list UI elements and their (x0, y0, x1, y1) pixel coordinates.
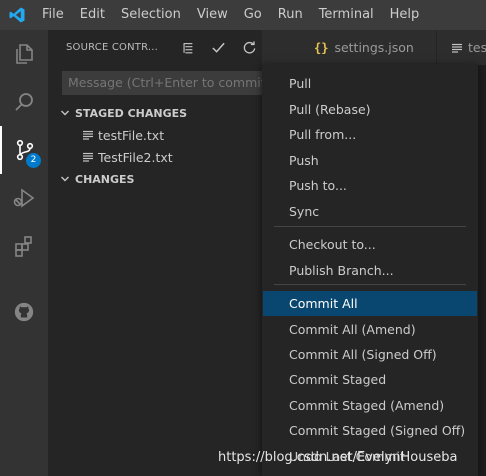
sidebar-title: SOURCE CONTR... (66, 42, 159, 53)
changes-header[interactable]: CHANGES (48, 168, 262, 190)
menu-terminal[interactable]: Terminal (311, 0, 382, 30)
files-icon (16, 44, 33, 64)
menu-help[interactable]: Help (382, 0, 428, 30)
menu-item-commit-all-amend[interactable]: Commit All (Amend) (263, 317, 477, 342)
view-as-tree-icon (182, 42, 192, 53)
refresh-button[interactable] (234, 30, 265, 65)
run-debug-button[interactable] (0, 174, 48, 222)
commit-message-input[interactable] (62, 71, 262, 95)
tab-label: test (468, 40, 486, 55)
menu-bar: File Edit Selection View Go Run Terminal… (34, 0, 427, 30)
github-icon (14, 302, 34, 322)
source-control-sidebar: SOURCE CONTR... STAGED CHANGES (48, 30, 287, 476)
menu-selection[interactable]: Selection (113, 0, 189, 30)
staged-file-item[interactable]: testFile.txt (48, 124, 262, 146)
changes-count-badge: 2 (26, 153, 41, 168)
tab-settings-json[interactable]: {} settings.json (262, 30, 436, 65)
menu-separator (274, 226, 466, 227)
view-as-tree-button[interactable] (172, 30, 203, 65)
menu-separator (274, 284, 466, 285)
staged-file-item[interactable]: TestFile2.txt (48, 146, 262, 168)
watermark-text: https://blog.csdn.net/EvelynHouseba (218, 450, 458, 465)
tab-label: settings.json (334, 40, 414, 55)
extensions-button[interactable] (0, 222, 48, 270)
text-file-icon (83, 130, 93, 140)
github-button[interactable] (0, 288, 48, 336)
title-bar: File Edit Selection View Go Run Terminal… (0, 0, 486, 30)
text-file-icon (452, 43, 462, 53)
menu-item-checkout-to[interactable]: Checkout to... (263, 232, 477, 257)
menu-item-pull-rebase[interactable]: Pull (Rebase) (263, 97, 477, 122)
editor-tabs: {} settings.json test (262, 30, 486, 65)
json-braces-icon: {} (314, 40, 329, 55)
menu-edit[interactable]: Edit (72, 0, 113, 30)
chevron-down-icon (61, 176, 69, 182)
staged-changes-label: STAGED CHANGES (75, 106, 188, 120)
menu-item-sync[interactable]: Sync (263, 199, 477, 224)
run-debug-icon (13, 188, 35, 208)
search-icon (15, 93, 33, 111)
extensions-icon (15, 236, 32, 257)
staged-file-name: testFile.txt (98, 127, 165, 143)
vscode-logo-icon (0, 0, 34, 30)
source-control-button[interactable]: 2 (0, 126, 48, 174)
commit-button[interactable] (203, 30, 234, 65)
explorer-button[interactable] (0, 30, 48, 78)
menu-item-commit-all[interactable]: Commit All (263, 291, 477, 316)
menu-item-push[interactable]: Push (263, 148, 477, 173)
menu-run[interactable]: Run (270, 0, 311, 30)
menu-item-pull[interactable]: Pull (263, 71, 477, 96)
menu-item-commit-staged[interactable]: Commit Staged (263, 367, 477, 392)
menu-item-publish-branch[interactable]: Publish Branch... (263, 258, 477, 283)
staged-changes-header[interactable]: STAGED CHANGES (48, 102, 262, 124)
menu-item-pull-from[interactable]: Pull from... (263, 122, 477, 147)
menu-file[interactable]: File (34, 0, 72, 30)
menu-item-push-to[interactable]: Push to... (263, 173, 477, 198)
staged-file-name: TestFile2.txt (98, 149, 173, 165)
menu-item-commit-staged-signed-off[interactable]: Commit Staged (Signed Off) (263, 418, 477, 443)
refresh-icon (243, 41, 256, 54)
text-file-icon (83, 152, 93, 162)
more-actions-menu: Pull Pull (Rebase) Pull from... Push Pus… (262, 64, 478, 476)
menu-go[interactable]: Go (236, 0, 270, 30)
changes-label: CHANGES (75, 172, 135, 186)
chevron-down-icon (61, 110, 69, 116)
menu-item-commit-staged-amend[interactable]: Commit Staged (Amend) (263, 393, 477, 418)
menu-view[interactable]: View (189, 0, 236, 30)
activity-bar: 2 (0, 30, 48, 476)
commit-check-icon (212, 42, 225, 53)
menu-item-commit-all-signed-off[interactable]: Commit All (Signed Off) (263, 342, 477, 367)
search-button[interactable] (0, 78, 48, 126)
tab-test[interactable]: test (437, 30, 486, 65)
